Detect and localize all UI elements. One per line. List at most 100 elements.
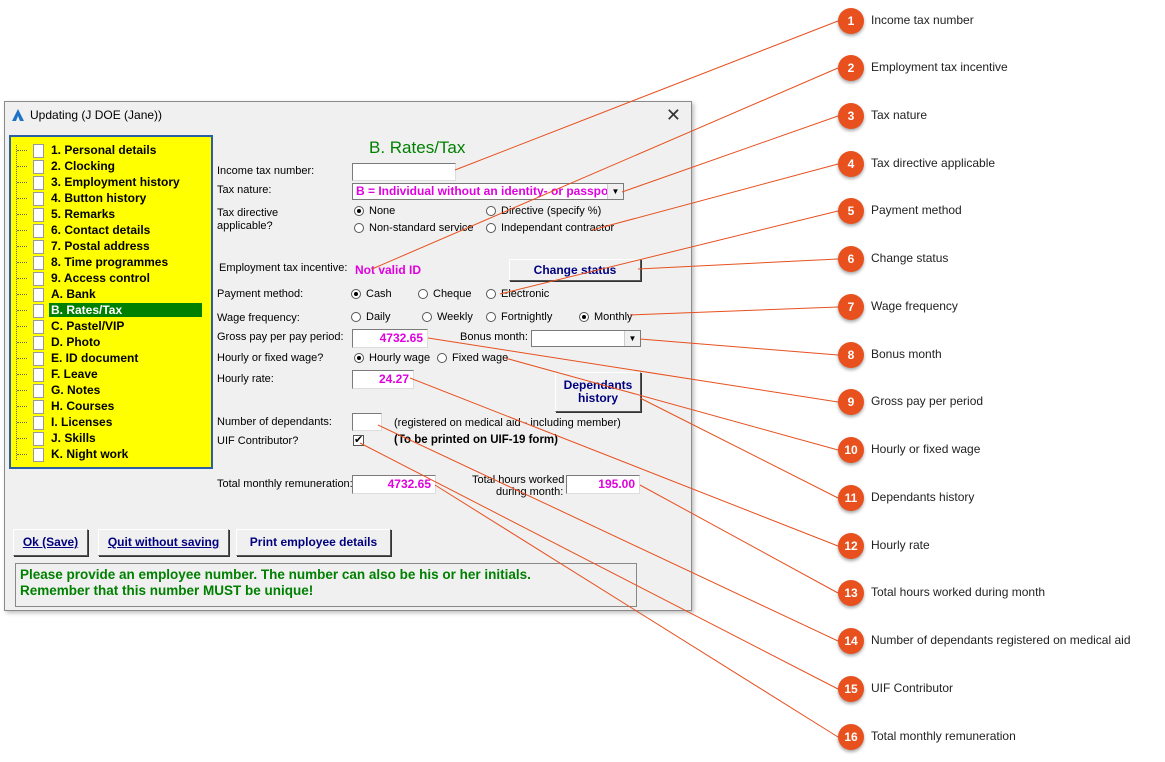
document-icon: [33, 448, 44, 462]
print-employee-details-button[interactable]: Print employee details: [236, 529, 391, 556]
callout-label: Total monthly remuneration: [871, 729, 1016, 743]
sidebar-item-label: A. Bank: [51, 287, 96, 301]
callout-label: Hourly or fixed wage: [871, 442, 981, 456]
payment-electronic-radio[interactable]: Electronic: [486, 288, 549, 300]
tax-directive-label-2: applicable?: [217, 220, 273, 232]
callout-label: Bonus month: [871, 347, 942, 361]
callout-badge: 14: [838, 628, 864, 654]
wage-monthly-radio[interactable]: Monthly: [579, 311, 633, 323]
ok-save-button[interactable]: Ok (Save): [13, 529, 88, 556]
callout-label: Tax directive applicable: [871, 156, 996, 170]
document-icon: [33, 320, 44, 334]
document-icon: [33, 256, 44, 270]
wage-daily-radio[interactable]: Daily: [351, 311, 390, 323]
sidebar-item-label: I. Licenses: [51, 415, 113, 429]
change-status-button[interactable]: Change status: [509, 259, 641, 281]
payment-cash-radio[interactable]: Cash: [351, 288, 392, 300]
document-icon: [33, 352, 44, 366]
tree-connector: [17, 166, 27, 167]
wage-weekly-radio[interactable]: Weekly: [422, 311, 473, 323]
app-logo-icon: [12, 109, 24, 121]
tree-connector: [17, 150, 27, 151]
radio-dot-icon: [486, 223, 496, 233]
document-icon: [33, 384, 44, 398]
close-icon[interactable]: ✕: [666, 105, 681, 126]
document-icon: [33, 336, 44, 350]
sidebar-item-label: 3. Employment history: [51, 175, 180, 189]
income-tax-input[interactable]: [352, 163, 456, 181]
document-icon: [33, 272, 44, 286]
chevron-down-icon[interactable]: ▼: [624, 331, 640, 346]
callout-label: Employment tax incentive: [871, 60, 1008, 74]
directive-nonstandard-radio[interactable]: Non-standard service: [354, 222, 474, 234]
sidebar-item-label: J. Skills: [51, 431, 96, 445]
payment-cheque-label: Cheque: [433, 288, 472, 300]
total-remuneration-input[interactable]: 4732.65: [352, 475, 436, 494]
wage-weekly-label: Weekly: [437, 311, 473, 323]
gross-pay-input[interactable]: 4732.65: [352, 329, 428, 348]
document-icon: [33, 400, 44, 414]
chevron-down-icon[interactable]: ▼: [607, 184, 623, 199]
dependants-history-line2: history: [577, 391, 618, 405]
sidebar-item-label: E. ID document: [51, 351, 139, 365]
callout-label: Change status: [871, 251, 949, 265]
directive-contractor-radio[interactable]: Independant contractor: [486, 222, 614, 234]
hourly-wage-label: Hourly wage: [369, 352, 431, 364]
tree-connector: [17, 198, 27, 199]
income-tax-label: Income tax number:: [217, 165, 315, 177]
payment-cash-label: Cash: [366, 288, 392, 300]
document-icon: [33, 368, 44, 382]
uif-checkbox[interactable]: ✔: [353, 435, 364, 446]
tree-connector: [17, 246, 27, 247]
directive-none-radio[interactable]: None: [354, 205, 395, 217]
message-box: Please provide an employee number. The n…: [15, 563, 637, 607]
title-bar[interactable]: Updating (J DOE (Jane)) ✕: [5, 102, 691, 128]
radio-dot-icon: [486, 312, 496, 322]
payment-cheque-radio[interactable]: Cheque: [418, 288, 472, 300]
bonus-month-select[interactable]: ▼: [531, 330, 641, 347]
callout-badge: 13: [838, 580, 864, 606]
window-title: Updating (J DOE (Jane)): [30, 108, 163, 122]
callout-badge: 12: [838, 533, 864, 559]
document-icon: [33, 192, 44, 206]
payment-electronic-label: Electronic: [501, 288, 550, 300]
callout-label: UIF Contributor: [871, 681, 954, 695]
sidebar-item-label: 9. Access control: [51, 271, 150, 285]
dependants-history-button[interactable]: Dependants history: [555, 372, 641, 412]
sidebar-item-label: 4. Button history: [51, 191, 147, 205]
total-hours-input[interactable]: 195.00: [566, 475, 640, 494]
fixed-wage-radio[interactable]: Fixed wage: [437, 352, 508, 364]
document-icon: [33, 416, 44, 430]
bonus-month-label: Bonus month:: [460, 331, 528, 343]
hourly-rate-label: Hourly rate:: [217, 373, 274, 385]
callout-label: Total hours worked during month: [871, 585, 1046, 599]
radio-dot-icon: [351, 289, 361, 299]
employment-incentive-value: Not valid ID: [355, 263, 422, 277]
directive-none-label: None: [369, 205, 396, 217]
sidebar-item-label: B. Rates/Tax: [49, 303, 202, 317]
tax-directive-label: Tax directive: [217, 207, 279, 219]
document-icon: [33, 224, 44, 238]
tree-line: [16, 145, 17, 460]
section-nav: 1. Personal details 2. Clocking 3. Employm…: [9, 135, 213, 469]
wage-fortnightly-radio[interactable]: Fortnightly: [486, 311, 552, 323]
callout-badge: 8: [838, 342, 864, 368]
wage-frequency-label: Wage frequency:: [217, 312, 300, 324]
callout-badge: 3: [838, 103, 864, 129]
sidebar-item-label: 6. Contact details: [51, 223, 151, 237]
hourly-wage-radio[interactable]: Hourly wage: [354, 352, 430, 364]
hourly-rate-input[interactable]: 24.27: [352, 370, 414, 389]
tree-connector: [17, 422, 27, 423]
directive-specify-radio[interactable]: Directive (specify %): [486, 205, 601, 217]
document-icon: [33, 304, 44, 318]
radio-dot-icon: [351, 312, 361, 322]
page-title: B. Rates/Tax: [369, 138, 466, 157]
fixed-wage-label: Fixed wage: [452, 352, 509, 364]
tree-connector: [17, 230, 27, 231]
sidebar-item-label: C. Pastel/VIP: [51, 319, 125, 333]
dependants-input[interactable]: [352, 413, 382, 431]
document-icon: [33, 160, 44, 174]
tax-nature-select[interactable]: B = Individual without an identity- or p…: [352, 183, 624, 200]
tax-nature-label: Tax nature:: [217, 184, 272, 196]
quit-without-saving-button[interactable]: Quit without saving: [98, 529, 229, 556]
